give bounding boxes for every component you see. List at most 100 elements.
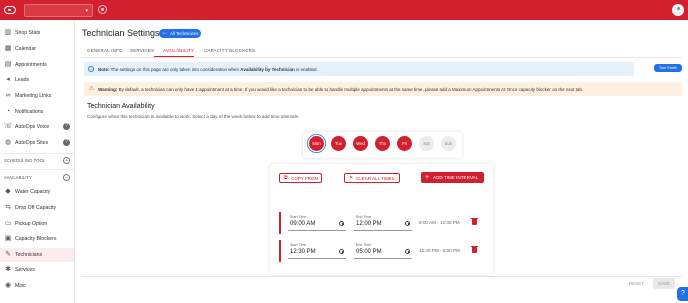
day-sun[interactable]: Sun	[441, 136, 456, 151]
sidebar-item-services[interactable]: ✱ Services	[0, 263, 74, 277]
start-time-field[interactable]: Start Time 12:30 PM	[288, 243, 346, 259]
sidebar-item-label: AutoOps Voice	[15, 124, 50, 130]
save-button[interactable]: SAVE	[653, 278, 675, 289]
interval-range-text: 9:00 AM - 12:00 PM	[419, 220, 460, 225]
sidebar-item-autoops-sites[interactable]: ◍ AutoOps Sites ?	[0, 136, 74, 150]
start-time-value: 12:30 PM	[290, 249, 316, 255]
user-avatar-icon[interactable]	[672, 4, 684, 16]
tab-capacity-blockers[interactable]: CAPACITY BLOCKERS	[204, 48, 255, 53]
sidebar-item-appointments[interactable]: ▤ Appointments	[0, 58, 74, 72]
sidebar-item-label: AutoOps Sites	[15, 140, 49, 146]
shop-select[interactable]: ▾	[24, 4, 93, 17]
day-selector: Mon Tue Wed Thu Fri Sat Sun	[303, 132, 462, 158]
misc-icon: ◉	[4, 282, 12, 289]
plus-icon: +	[425, 174, 430, 181]
sidebar-item-label: Marketing Links	[15, 93, 52, 99]
sidebar-item-label: Technicians	[15, 252, 43, 258]
day-thu[interactable]: Thu	[375, 136, 390, 151]
end-time-label: End Time	[356, 243, 372, 247]
copy-from-label: COPY FROM	[291, 176, 319, 181]
day-tue[interactable]: Tue	[331, 136, 346, 151]
sidebar-item-calendar[interactable]: ▦ Calendar	[0, 42, 74, 56]
clock-icon[interactable]	[405, 221, 410, 226]
gear-icon[interactable]	[98, 5, 107, 14]
copy-icon: ⧉	[284, 175, 288, 181]
tab-services[interactable]: SERVICES	[130, 48, 154, 53]
shop-logo-icon[interactable]	[4, 6, 16, 14]
collapse-minus-icon[interactable]: −	[63, 174, 70, 181]
sidebar-item-capacity-blockers[interactable]: ▣ Capacity Blockers	[0, 232, 74, 246]
tools-icon: ✱	[5, 266, 11, 273]
end-time-label: End Time	[356, 215, 372, 219]
day-wed[interactable]: Wed	[353, 136, 368, 151]
sidebar-item-label: Calendar	[15, 46, 37, 52]
end-time-field[interactable]: End Time 05:00 PM	[354, 243, 412, 259]
sidebar-item-pickup-option[interactable]: ▭ Pickup Option	[0, 217, 74, 231]
all-technicians-label: All Technicians	[170, 31, 199, 36]
all-technicians-button[interactable]: ← All Technicians	[159, 29, 201, 38]
end-time-field[interactable]: End Time 12:00 PM	[354, 215, 412, 231]
appointments-icon: ▤	[4, 61, 12, 68]
trash-icon[interactable]	[471, 217, 478, 225]
sidebar-item-technicians[interactable]: ✎ Technicians	[0, 248, 74, 262]
arrow-left-icon: ←	[162, 30, 168, 36]
calendar-block-icon: ▣	[4, 235, 12, 242]
clear-all-times-button[interactable]: ✕ CLEAR ALL TIMES	[344, 173, 400, 183]
availability-subtitle: Configure when this technician is availa…	[87, 114, 300, 119]
reset-button[interactable]: RESET	[624, 278, 649, 289]
chevron-down-icon: ▾	[85, 8, 88, 14]
warning-prefix: Warning:	[98, 86, 118, 92]
bell-icon: ◔	[5, 108, 11, 115]
trash-icon[interactable]	[471, 245, 478, 253]
end-time-value: 05:00 PM	[356, 249, 382, 255]
sidebar-item-notifications[interactable]: ◔ Notifications	[0, 105, 74, 119]
warning-icon: ⚠	[89, 86, 95, 92]
help-icon[interactable]: ?	[63, 123, 70, 130]
day-mon[interactable]: Mon	[309, 136, 324, 151]
start-time-field[interactable]: Start Time 09:00 AM	[288, 215, 346, 231]
clock-icon[interactable]	[339, 221, 344, 226]
sidebar-item-misc[interactable]: ◉ Misc	[0, 279, 74, 293]
note-body: The settings on this page are only taken…	[109, 66, 241, 72]
clock-icon[interactable]	[339, 249, 344, 254]
expand-plus-icon[interactable]: +	[63, 157, 70, 164]
close-icon: ✕	[349, 175, 354, 181]
end-time-value: 12:00 PM	[356, 221, 382, 227]
help-fab-button[interactable]: ?	[677, 287, 688, 301]
tab-general-info[interactable]: GENERAL INFO	[87, 48, 123, 53]
sidebar-item-label: Shop Stats	[15, 30, 41, 36]
sidebar-item-label: Water Capacity	[15, 189, 51, 195]
wrench-icon: ✎	[5, 251, 11, 258]
tab-availability[interactable]: AVAILABILITY	[163, 48, 194, 53]
add-time-interval-button[interactable]: + ADD TIME INTERVAL	[421, 172, 484, 183]
clock-icon[interactable]	[405, 249, 410, 254]
technician-chip[interactable]: Tom Smith	[654, 64, 682, 72]
copy-from-button[interactable]: ⧉ COPY FROM	[279, 173, 322, 183]
availability-title: Technician Availability	[87, 103, 155, 110]
sidebar-item-label: Appointments	[15, 62, 47, 68]
page-title: Technician Settings	[82, 28, 160, 38]
section-label-availability: AVAILABILITY	[4, 175, 33, 180]
warning-body: By default, a technician can only have 1…	[117, 86, 584, 92]
sidebar-divider	[0, 153, 74, 154]
globe-icon: ◍	[4, 139, 12, 146]
sidebar-item-autoops-voice[interactable]: ☏ AutoOps Voice ?	[0, 120, 74, 134]
interval-range-text: 12:30 PM - 5:00 PM	[419, 248, 460, 253]
link-icon: ∞	[5, 92, 11, 99]
sidebar-item-water-capacity[interactable]: ◆ Water Capacity	[0, 185, 74, 199]
droplet-icon: ◆	[5, 188, 11, 195]
car-icon: ⇆	[5, 204, 11, 211]
phone-icon: ☏	[4, 123, 13, 130]
sidebar-item-label: Services	[15, 267, 35, 273]
sidebar-item-shop-stats[interactable]: ▥ Shop Stats	[0, 26, 74, 40]
time-intervals-card: ⧉ COPY FROM ✕ CLEAR ALL TIMES + ADD TIME…	[270, 164, 493, 275]
sidebar-item-drop-off-capacity[interactable]: ⇆ Drop Off Capacity	[0, 201, 74, 215]
day-fri[interactable]: Fri	[397, 136, 412, 151]
sidebar-item-marketing-links[interactable]: ∞ Marketing Links	[0, 89, 74, 103]
sidebar-divider	[0, 169, 74, 170]
add-interval-label: ADD TIME INTERVAL	[433, 175, 479, 180]
sidebar: ▥ Shop Stats ▦ Calendar ▤ Appointments ◂…	[0, 20, 75, 303]
sidebar-item-leads[interactable]: ◂ Leads	[0, 73, 74, 87]
help-icon[interactable]: ?	[63, 139, 70, 146]
day-sat[interactable]: Sat	[419, 136, 434, 151]
